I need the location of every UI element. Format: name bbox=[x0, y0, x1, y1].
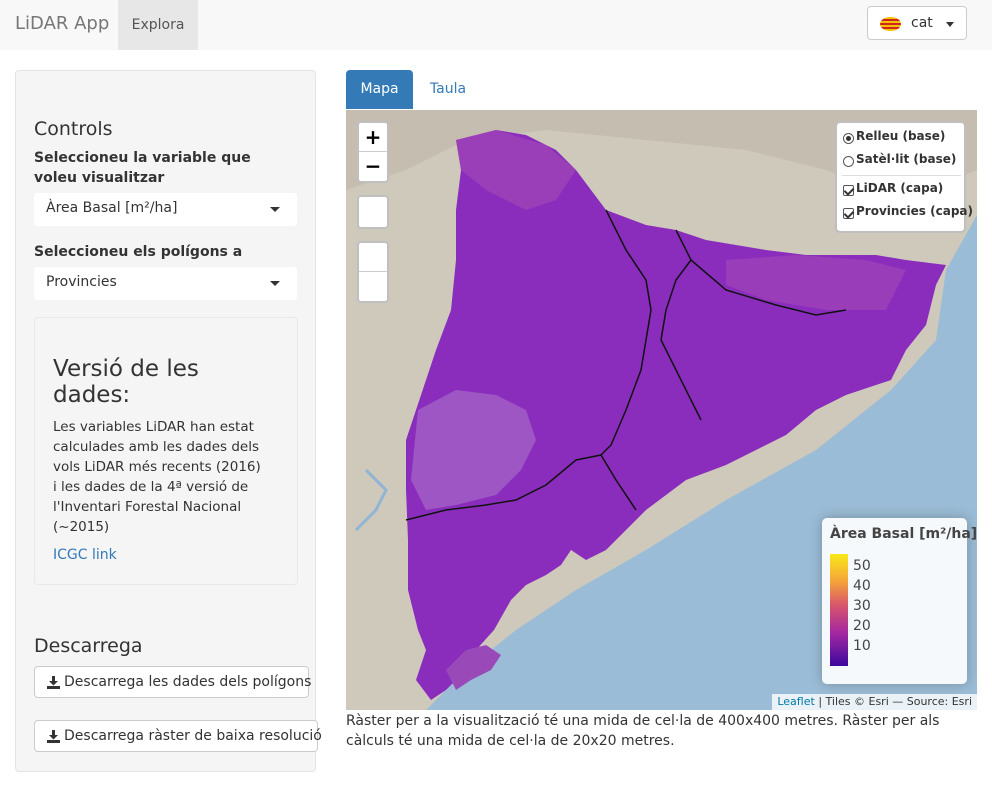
nav-tab-explora[interactable]: Explora bbox=[118, 0, 198, 50]
zoom-control: + − bbox=[357, 121, 389, 183]
legend-tick: 20 bbox=[848, 618, 871, 634]
layer-separator bbox=[842, 175, 961, 176]
legend-tick: 40 bbox=[848, 578, 871, 594]
map-tool-button-top[interactable] bbox=[359, 243, 387, 272]
map-tool-group bbox=[357, 241, 389, 303]
download-raster-label: Descarrega ràster de baixa resolució bbox=[64, 728, 322, 744]
layer-lidar[interactable]: LiDAR (capa) bbox=[843, 181, 944, 196]
navbar: LiDAR App Explora cat bbox=[0, 0, 992, 50]
legend-tick: 30 bbox=[848, 598, 871, 614]
checkbox-icon[interactable] bbox=[843, 184, 854, 196]
zoom-out-button[interactable]: − bbox=[359, 152, 387, 181]
legend-tick: 50 bbox=[848, 558, 871, 574]
chevron-down-icon bbox=[270, 281, 280, 286]
legend-tick: 10 bbox=[848, 638, 871, 654]
polygons-select[interactable]: Provincies bbox=[34, 267, 297, 300]
tab-taula[interactable]: Taula bbox=[421, 70, 475, 109]
controls-heading: Controls bbox=[34, 118, 113, 140]
chevron-down-icon bbox=[270, 207, 280, 212]
download-icon bbox=[47, 675, 60, 689]
layer-relleu-label: Relleu (base) bbox=[856, 129, 946, 143]
data-version-title: Versió de les dades: bbox=[53, 356, 199, 408]
download-polygons-label: Descarrega les dades dels polígons bbox=[64, 674, 312, 690]
download-heading: Descarrega bbox=[34, 635, 143, 657]
icgc-link[interactable]: ICGC link bbox=[53, 547, 117, 563]
layer-relleu[interactable]: Relleu (base) bbox=[843, 129, 946, 144]
variable-select-value: Àrea Basal [m²/ha] bbox=[46, 200, 178, 216]
map-view[interactable]: + − Relleu (base) Satèl·lit (base) LiDAR… bbox=[346, 110, 977, 710]
layer-provincies[interactable]: Provincies (capa) bbox=[843, 204, 973, 219]
legend-title: Àrea Basal [m²/ha] bbox=[830, 526, 977, 542]
data-version-box: Versió de les dades: Les variables LiDAR… bbox=[34, 317, 298, 585]
checkbox-icon[interactable] bbox=[843, 207, 854, 219]
map-attribution: Leaflet | Tiles © Esri — Source: Esri bbox=[772, 694, 977, 710]
attribution-text: | Tiles © Esri — Source: Esri bbox=[818, 695, 972, 708]
radio-icon[interactable] bbox=[843, 155, 854, 167]
tab-mapa[interactable]: Mapa bbox=[346, 70, 413, 109]
legend-color-bar bbox=[830, 554, 848, 666]
polygons-select-value: Provincies bbox=[46, 274, 117, 290]
download-icon bbox=[47, 729, 60, 743]
download-raster-button[interactable]: Descarrega ràster de baixa resolució bbox=[34, 720, 322, 752]
chevron-down-icon bbox=[946, 22, 954, 27]
radio-icon[interactable] bbox=[843, 132, 854, 144]
layer-provincies-label: Provincies (capa) bbox=[856, 204, 973, 218]
data-version-text: Les variables LiDAR han estat calculades… bbox=[53, 419, 261, 535]
leaflet-link[interactable]: Leaflet bbox=[777, 695, 814, 708]
layer-satellit-label: Satèl·lit (base) bbox=[856, 152, 957, 166]
sidebar-panel: Controls Seleccioneu la variable que vol… bbox=[15, 70, 322, 772]
map-legend: Àrea Basal [m²/ha] 50 40 30 20 10 bbox=[822, 518, 977, 684]
layer-control: Relleu (base) Satèl·lit (base) LiDAR (ca… bbox=[835, 121, 973, 233]
map-tool-button[interactable] bbox=[357, 195, 389, 229]
language-label: cat bbox=[911, 15, 933, 31]
map-caption: Ràster per a la visualització té una mid… bbox=[346, 713, 940, 749]
layer-satellit[interactable]: Satèl·lit (base) bbox=[843, 152, 957, 167]
layer-lidar-label: LiDAR (capa) bbox=[856, 181, 944, 195]
zoom-in-button[interactable]: + bbox=[359, 123, 387, 152]
language-dropdown[interactable]: cat bbox=[867, 6, 967, 40]
catalan-flag-icon bbox=[880, 17, 901, 31]
download-polygons-button[interactable]: Descarrega les dades dels polígons bbox=[34, 666, 312, 698]
map-tool-button-bottom[interactable] bbox=[359, 272, 387, 301]
variable-select-label: Seleccioneu la variable que voleu visual… bbox=[34, 150, 251, 186]
variable-select[interactable]: Àrea Basal [m²/ha] bbox=[34, 193, 297, 226]
app-brand[interactable]: LiDAR App bbox=[15, 13, 109, 34]
